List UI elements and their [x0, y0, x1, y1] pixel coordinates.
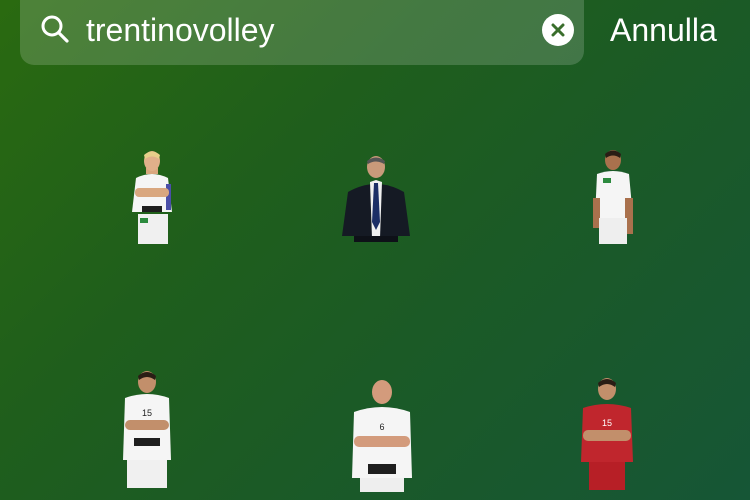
sticker-result-player[interactable]: 15 [577, 374, 637, 494]
coach-sticker-image [342, 156, 410, 242]
player-sticker-image: 15 [581, 378, 633, 490]
sticker-result-player[interactable]: 6 [348, 378, 416, 494]
svg-text:15: 15 [602, 418, 612, 428]
search-input[interactable] [86, 8, 526, 52]
player-sticker-image: 6 [352, 380, 412, 492]
sticker-result-player[interactable]: 15 [117, 368, 177, 492]
clear-icon [551, 23, 565, 37]
sticker-result-player[interactable] [585, 148, 641, 248]
svg-text:6: 6 [379, 422, 384, 432]
svg-text:15: 15 [142, 408, 152, 418]
cancel-button[interactable]: Annulla [610, 10, 717, 50]
sticker-result-coach[interactable] [340, 152, 412, 246]
player-sticker-image [593, 150, 633, 244]
sticker-result-player[interactable] [122, 148, 182, 248]
player-sticker-image: 15 [123, 371, 171, 488]
player-sticker-image [132, 151, 172, 244]
clear-search-button[interactable] [542, 14, 574, 46]
search-icon [41, 15, 69, 43]
